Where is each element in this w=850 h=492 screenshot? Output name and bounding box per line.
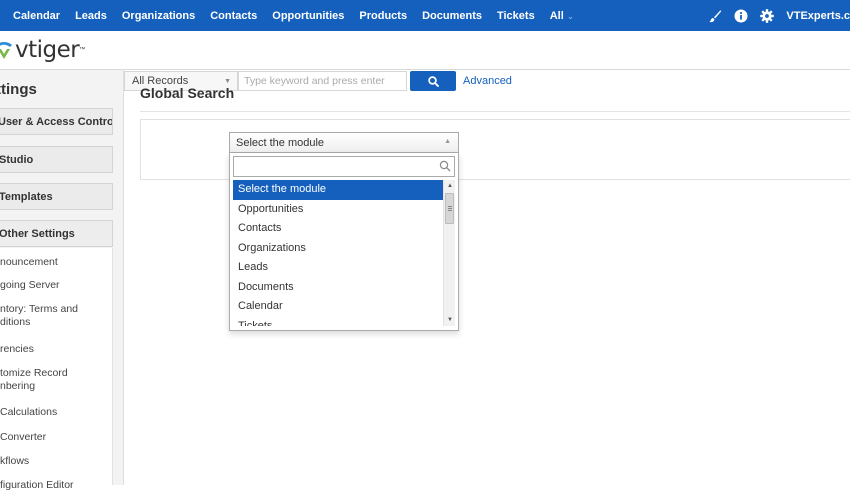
module-option[interactable]: Tickets [233,317,443,327]
sidebar-section-templates[interactable]: Templates [0,183,113,210]
sidebar-section-label: Studio [0,154,34,166]
sidebar-item-calculations[interactable]: Calculations [0,406,113,419]
module-option[interactable]: Documents [233,278,443,298]
chevron-down-icon: ⌄ [566,10,575,21]
sidebar-item-configuration-editor[interactable]: figuration Editor [0,479,113,492]
logo-text: vtiger [15,37,80,63]
vtiger-logo-mark-icon [0,42,12,59]
module-links: Calendar Leads Organizations Contacts Op… [13,10,604,22]
grip-line [448,206,452,207]
header-bar: vtiger ™ All Records ▼ Type keyword and p… [0,31,850,91]
module-option[interactable]: Contacts [233,219,443,239]
scroll-down-icon[interactable]: ▼ [444,314,456,326]
dropdown-arrow-icon: ▼ [224,78,231,85]
search-input[interactable]: Type keyword and press enter [238,71,407,91]
top-navigation-bar: Calendar Leads Organizations Contacts Op… [0,0,850,31]
module-option[interactable]: Organizations [233,239,443,259]
logo-trademark: ™ [79,47,86,53]
sidebar-section-studio[interactable]: Studio [0,146,113,173]
module-search-input[interactable] [233,156,455,177]
search-button[interactable] [410,71,456,91]
sidebar-item-converter[interactable]: Converter [0,431,113,444]
sidebar-section-user-access-control[interactable]: User & Access Control [0,108,113,135]
nav-link-documents[interactable]: Documents [422,10,482,22]
module-option[interactable]: Leads [233,258,443,278]
sidebar-section-other-settings[interactable]: Other Settings [0,220,113,247]
sidebar-item-announcement[interactable]: nouncement [0,256,113,269]
module-select-value: Select the module [236,137,325,149]
module-dropdown: Select the module Opportunities Contacts… [229,153,459,331]
module-option[interactable]: Select the module [233,180,443,200]
sidebar-item-inventory-terms[interactable]: ntory: Terms and ditions [0,303,80,329]
nav-link-organizations[interactable]: Organizations [122,10,195,22]
top-right-tools: VTExperts.c [708,0,850,31]
nav-link-opportunities[interactable]: Opportunities [272,10,344,22]
sidebar-section-label: Other Settings [0,228,75,240]
grip-line [448,210,452,211]
search-icon [427,75,439,87]
other-settings-list: nouncement going Server ntory: Terms and… [0,248,113,491]
sidebar-item-currencies[interactable]: rencies [0,343,113,356]
info-icon[interactable] [734,9,748,23]
vtiger-logo[interactable]: vtiger ™ [0,37,85,63]
module-options-list: Select the module Opportunities Contacts… [233,180,443,326]
page-title: Global Search [140,85,235,101]
sidebar-section-label: Templates [0,191,53,203]
grip-line [448,208,452,209]
user-menu[interactable]: VTExperts.c [786,10,850,22]
sidebar-item-outgoing-server[interactable]: going Server [0,279,113,292]
nav-link-leads[interactable]: Leads [75,10,107,22]
magnifier-icon [439,160,451,172]
dropdown-scrollbar[interactable]: ▲ ▼ [443,180,455,326]
nav-link-all[interactable]: All ⌄ [550,10,590,22]
module-select[interactable]: Select the module ▲ [229,132,459,153]
sidebar-title: ttings [0,81,37,98]
advanced-search-link[interactable]: Advanced [463,75,512,87]
title-divider [140,111,850,112]
nav-link-all-label: All [549,9,564,22]
module-option[interactable]: Calendar [233,297,443,317]
chevron-up-icon: ▲ [444,138,451,145]
brush-icon[interactable] [708,9,722,23]
sidebar-item-workflows[interactable]: kflows [0,455,113,468]
sidebar-section-label: User & Access Control [0,116,113,128]
settings-sidebar: ttings User & Access Control Studio Temp… [0,70,124,491]
module-option[interactable]: Opportunities [233,200,443,220]
gear-icon[interactable] [760,8,775,23]
nav-link-contacts[interactable]: Contacts [210,10,257,22]
scroll-up-icon[interactable]: ▲ [444,180,456,192]
nav-link-products[interactable]: Products [359,10,407,22]
sidebar-item-customize-record-numbering[interactable]: tomize Record nbering [0,367,70,393]
nav-link-tickets[interactable]: Tickets [497,10,535,22]
scrollbar-thumb[interactable] [445,193,454,224]
nav-link-calendar[interactable]: Calendar [13,10,60,22]
